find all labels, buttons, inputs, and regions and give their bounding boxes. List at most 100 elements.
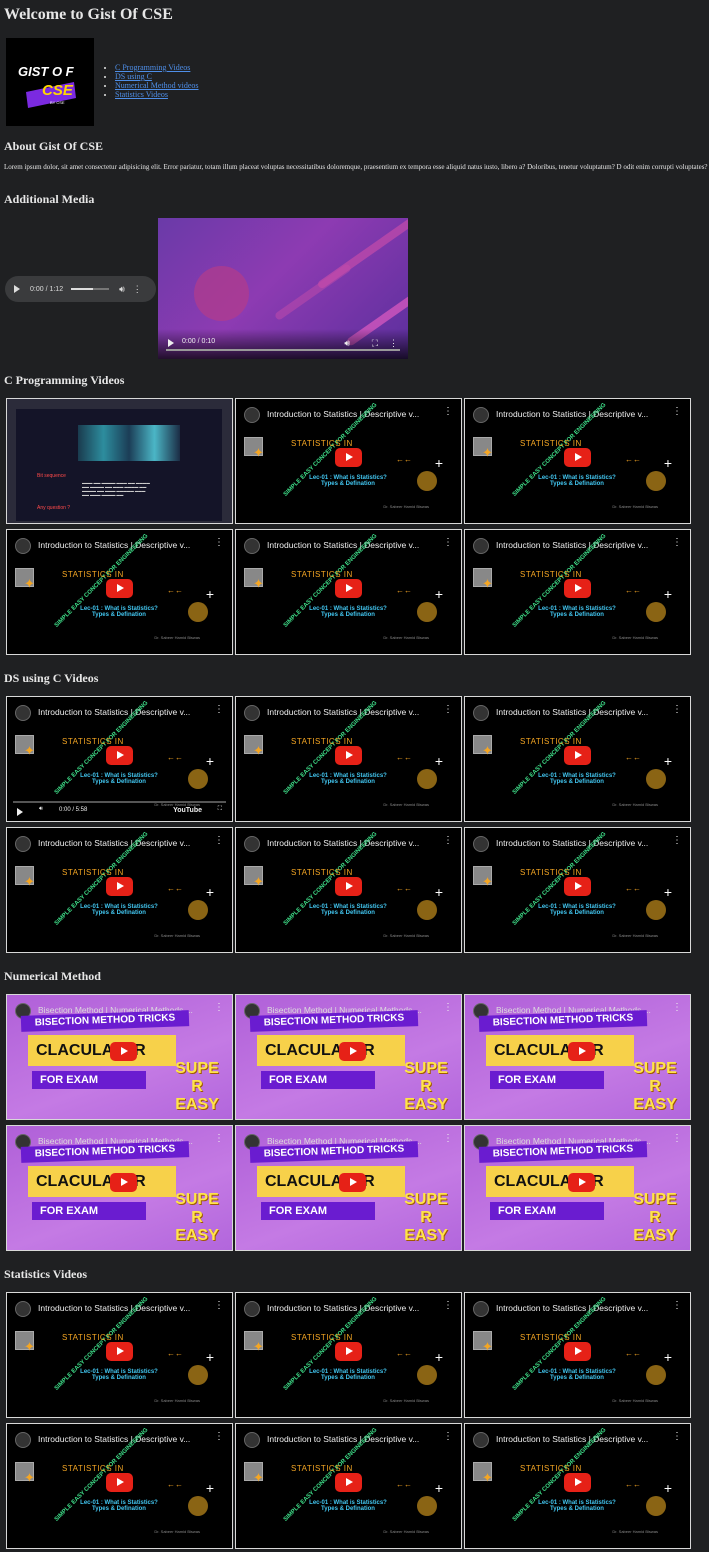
video-title[interactable]: Introduction to Statistics | Descriptive… <box>267 409 427 419</box>
more-options-icon[interactable]: ⋮ <box>389 338 398 349</box>
channel-avatar[interactable] <box>244 836 260 852</box>
volume-icon[interactable]: 🔊︎ <box>119 284 125 295</box>
video-embed[interactable]: Introduction to Statistics | Descriptive… <box>235 529 462 655</box>
video-title[interactable]: Introduction to Statistics | Descriptive… <box>267 540 427 550</box>
more-options-icon[interactable]: ⋮ <box>672 835 682 846</box>
more-options-icon[interactable]: ⋮ <box>672 704 682 715</box>
channel-avatar[interactable] <box>15 1301 31 1317</box>
video-title[interactable]: Introduction to Statistics | Descriptive… <box>267 707 427 717</box>
more-options-icon[interactable]: ⋮ <box>214 704 224 715</box>
nav-link-numerical-method[interactable]: Numerical Method videos <box>115 81 199 90</box>
youtube-logo[interactable]: YouTube <box>173 807 202 814</box>
video-embed[interactable]: Introduction to Statistics | Descriptive… <box>235 827 462 953</box>
channel-avatar[interactable] <box>473 1432 489 1448</box>
video-title[interactable]: Introduction to Statistics | Descriptive… <box>496 707 656 717</box>
more-options-icon[interactable]: ⋮ <box>672 1002 682 1013</box>
more-options-icon[interactable]: ⋮ <box>672 537 682 548</box>
channel-avatar[interactable] <box>15 836 31 852</box>
channel-avatar[interactable] <box>244 407 260 423</box>
more-options-icon[interactable]: ⋮ <box>214 1300 224 1311</box>
volume-icon[interactable]: 🔊︎ <box>344 338 350 349</box>
more-options-icon[interactable]: ⋮ <box>214 835 224 846</box>
channel-avatar[interactable] <box>15 538 31 554</box>
video-embed[interactable]: Introduction to Statistics | Descriptive… <box>235 696 462 822</box>
youtube-play-button-icon[interactable] <box>564 448 591 467</box>
youtube-play-button-icon[interactable] <box>106 579 133 598</box>
youtube-play-button-icon[interactable] <box>564 579 591 598</box>
video-embed[interactable]: Introduction to Statistics | Descriptive… <box>464 529 691 655</box>
more-options-icon[interactable]: ⋮ <box>214 537 224 548</box>
audio-progress[interactable] <box>71 288 110 290</box>
youtube-play-button-icon[interactable] <box>106 877 133 896</box>
more-options-icon[interactable]: ⋮ <box>672 406 682 417</box>
more-options-icon[interactable]: ⋮ <box>214 1431 224 1442</box>
video-embed[interactable]: Introduction to Statistics | Descriptive… <box>6 529 233 655</box>
video-embed[interactable]: Introduction to Statistics | Descriptive… <box>235 398 462 524</box>
video-title[interactable]: Introduction to Statistics | Descriptive… <box>496 1434 656 1444</box>
youtube-play-button-icon[interactable] <box>335 877 362 896</box>
channel-avatar[interactable] <box>15 705 31 721</box>
youtube-play-button-icon[interactable] <box>564 1473 591 1492</box>
more-options-icon[interactable]: ⋮ <box>443 835 453 846</box>
video-title[interactable]: Introduction to Statistics | Descriptive… <box>267 838 427 848</box>
youtube-play-button-icon[interactable] <box>564 877 591 896</box>
video-embed[interactable]: Bit sequence Any question ? ▬▬▬ ▬▬ ▬▬▬▬ … <box>6 398 233 524</box>
more-options-icon[interactable]: ⋮ <box>214 1133 224 1144</box>
video-progress[interactable] <box>166 349 400 351</box>
video-title[interactable]: Introduction to Statistics | Descriptive… <box>38 838 198 848</box>
more-options-icon[interactable]: ⋮ <box>443 537 453 548</box>
more-options-icon[interactable]: ⋮ <box>133 284 142 295</box>
channel-avatar[interactable] <box>244 1301 260 1317</box>
video-embed[interactable]: Introduction to Statistics | Descriptive… <box>6 696 233 822</box>
more-options-icon[interactable]: ⋮ <box>214 1002 224 1013</box>
video-embed[interactable]: Bisection Method | Numerical Methods ...… <box>6 1125 233 1251</box>
nav-link-statistics[interactable]: Statistics Videos <box>115 90 168 99</box>
audio-player[interactable]: 0:00 / 1:12 🔊︎ ⋮ <box>5 276 156 302</box>
video-title[interactable]: Introduction to Statistics | Descriptive… <box>496 409 656 419</box>
video-embed[interactable]: Introduction to Statistics | Descriptive… <box>464 1423 691 1549</box>
channel-avatar[interactable] <box>473 538 489 554</box>
video-embed[interactable]: Introduction to Statistics | Descriptive… <box>464 398 691 524</box>
nav-link-ds-using-c[interactable]: DS using C <box>115 72 152 81</box>
youtube-play-button-icon[interactable] <box>106 1473 133 1492</box>
youtube-play-button-icon[interactable] <box>564 1342 591 1361</box>
youtube-play-button-icon[interactable] <box>564 746 591 765</box>
video-title[interactable]: Introduction to Statistics | Descriptive… <box>38 1303 198 1313</box>
video-title[interactable]: Introduction to Statistics | Descriptive… <box>38 540 198 550</box>
video-title[interactable]: Introduction to Statistics | Descriptive… <box>267 1303 427 1313</box>
video-embed[interactable]: Introduction to Statistics | Descriptive… <box>235 1292 462 1418</box>
video-title[interactable]: Introduction to Statistics | Descriptive… <box>496 838 656 848</box>
video-title[interactable]: Introduction to Statistics | Descriptive… <box>267 1434 427 1444</box>
video-progress[interactable] <box>13 801 226 803</box>
more-options-icon[interactable]: ⋮ <box>672 1300 682 1311</box>
channel-avatar[interactable] <box>473 1301 489 1317</box>
youtube-play-button-icon[interactable] <box>339 1173 366 1192</box>
more-options-icon[interactable]: ⋮ <box>443 704 453 715</box>
video-embed[interactable]: Bisection Method | Numerical Methods ...… <box>464 1125 691 1251</box>
video-embed[interactable]: Introduction to Statistics | Descriptive… <box>6 1292 233 1418</box>
youtube-play-button-icon[interactable] <box>568 1173 595 1192</box>
video-player[interactable]: 0:00 / 0:10 🔊︎ ⛶ ⋮ <box>158 218 408 359</box>
more-options-icon[interactable]: ⋮ <box>443 1300 453 1311</box>
channel-avatar[interactable] <box>15 1432 31 1448</box>
video-title[interactable]: Introduction to Statistics | Descriptive… <box>496 540 656 550</box>
video-embed[interactable]: Bisection Method | Numerical Methods ...… <box>235 1125 462 1251</box>
youtube-play-button-icon[interactable] <box>110 1042 137 1061</box>
channel-avatar[interactable] <box>473 407 489 423</box>
more-options-icon[interactable]: ⋮ <box>443 406 453 417</box>
play-icon[interactable] <box>14 285 20 293</box>
youtube-play-button-icon[interactable] <box>335 579 362 598</box>
channel-avatar[interactable] <box>473 705 489 721</box>
nav-link-c-programming[interactable]: C Programming Videos <box>115 63 190 72</box>
play-icon[interactable] <box>17 808 23 816</box>
more-options-icon[interactable]: ⋮ <box>443 1002 453 1013</box>
youtube-play-button-icon[interactable] <box>335 746 362 765</box>
more-options-icon[interactable]: ⋮ <box>672 1431 682 1442</box>
video-title[interactable]: Introduction to Statistics | Descriptive… <box>496 1303 656 1313</box>
youtube-play-button-icon[interactable] <box>339 1042 366 1061</box>
play-icon[interactable] <box>168 339 174 347</box>
video-embed[interactable]: Bisection Method | Numerical Methods ...… <box>6 994 233 1120</box>
video-embed[interactable]: Bisection Method | Numerical Methods ...… <box>464 994 691 1120</box>
video-embed[interactable]: Introduction to Statistics | Descriptive… <box>464 1292 691 1418</box>
youtube-play-button-icon[interactable] <box>106 746 133 765</box>
